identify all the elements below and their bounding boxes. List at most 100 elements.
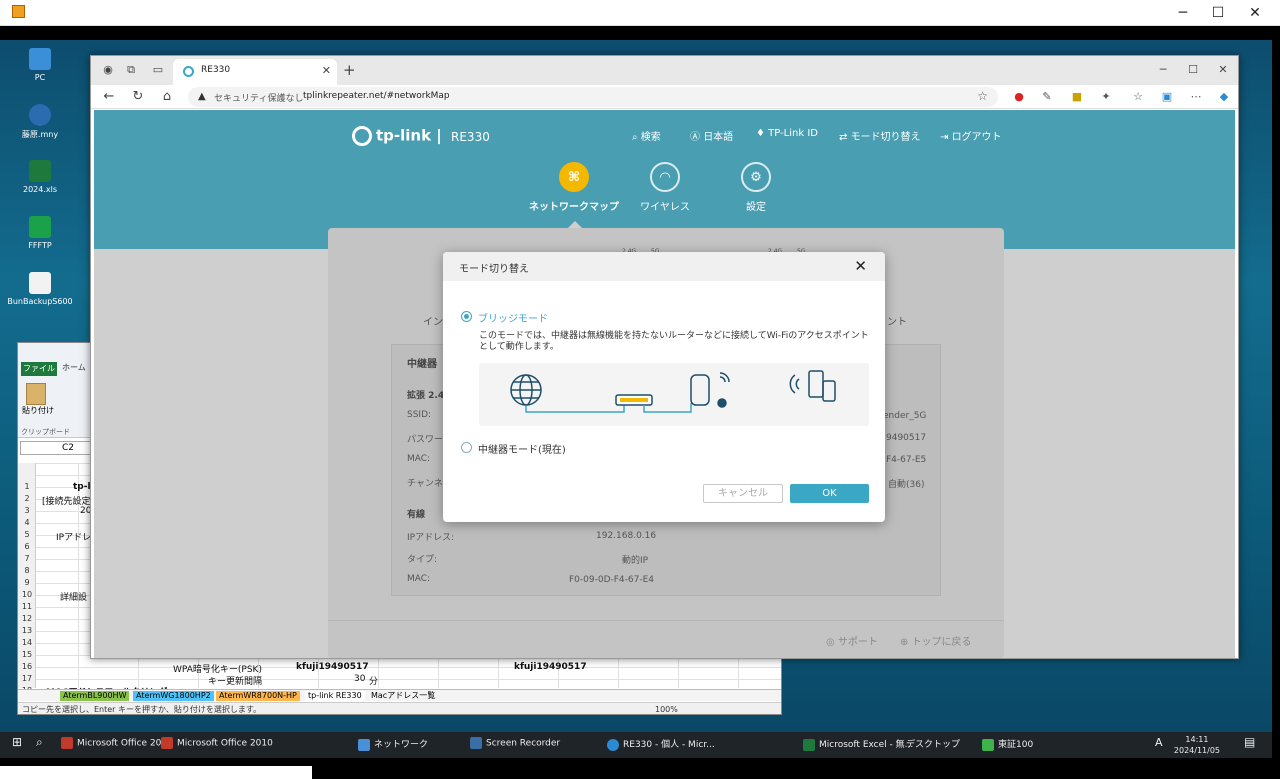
nav-settings[interactable]: ⚙ 設定 <box>711 162 801 213</box>
taskbar-item[interactable]: Microsoft Excel - 無... <box>803 737 913 751</box>
warning-icon[interactable]: ▲ <box>198 91 206 102</box>
taskbar-item-active[interactable]: RE330 - 個人 - Micr... <box>607 737 715 751</box>
excel-cell[interactable]: キー更新間隔 <box>208 674 262 687</box>
ffftp-icon <box>29 216 51 238</box>
more-menu-icon[interactable]: ⋯ <box>1188 89 1204 105</box>
tplink-logo[interactable]: tp-link | RE330 <box>352 126 490 146</box>
browser-tab[interactable]: RE330 ✕ <box>173 59 337 85</box>
bridge-mode-label[interactable]: ブリッジモード <box>478 310 548 325</box>
refresh-icon[interactable]: ↻ <box>130 89 146 105</box>
desktop-icon-ffftp[interactable]: FFFTP <box>5 216 75 250</box>
outer-maximize-button[interactable]: ☐ <box>1199 2 1237 24</box>
browser-maximize-button[interactable]: ☐ <box>1186 63 1200 77</box>
excel-file-tab[interactable]: ファイル <box>21 362 57 376</box>
close-tab-icon[interactable]: ✕ <box>322 64 331 77</box>
desktop-icon-bunbackup[interactable]: BunBackupS600 <box>5 272 75 306</box>
edge-icon <box>607 738 619 751</box>
row-number: 9 <box>24 578 30 587</box>
workspaces-icon[interactable]: ⧉ <box>124 63 138 77</box>
extensions-icon[interactable]: ✦ <box>1098 89 1114 105</box>
outer-minimize-button[interactable]: ─ <box>1164 2 1202 24</box>
excel-cell[interactable]: kfuji19490517 <box>296 662 369 672</box>
paste-icon[interactable] <box>26 383 46 405</box>
bridge-mode-radio[interactable] <box>461 311 472 322</box>
desktop-icon-pc[interactable]: PC <box>5 48 75 82</box>
excel-home-tab[interactable]: ホーム <box>62 362 86 373</box>
extension-icon[interactable]: ● <box>1011 89 1027 105</box>
tplink-id-link[interactable]: ♦ TP-Link ID <box>756 128 818 139</box>
mode-switch-label: モード切り替え <box>850 132 921 143</box>
network-icon <box>358 738 370 751</box>
row-number: 12 <box>21 614 33 623</box>
excel-status-bar: コピー先を選択し、Enter キーを押すか、貼り付けを選択します。 100% <box>18 702 781 714</box>
excel-cell[interactable]: tp-l <box>73 482 91 492</box>
browser-close-button[interactable]: ✕ <box>1216 63 1230 77</box>
brand-name: tp-link <box>376 126 432 145</box>
cancel-button[interactable]: キャンセル <box>703 484 783 503</box>
desktop-icon-mny[interactable]: 藤原.mny <box>5 104 75 140</box>
desktop-icon-xls[interactable]: 2024.xls <box>5 160 75 194</box>
taskbar-item[interactable]: ネットワーク <box>358 737 428 751</box>
taskbar-item[interactable]: Microsoft Office 2010 <box>61 737 173 749</box>
support-link[interactable]: ◎ サポート <box>826 633 878 648</box>
clock-time: 14:11 <box>1185 735 1209 744</box>
url-text[interactable]: tplinkrepeater.net/#networkMap <box>303 91 450 101</box>
sheet-tab[interactable]: AtermWG1800HP2 <box>133 691 214 701</box>
extension-icon[interactable]: ✎ <box>1039 89 1055 105</box>
logout-link[interactable]: ⇥ ログアウト <box>940 128 1002 143</box>
notification-icon[interactable]: ▤ <box>1244 735 1255 749</box>
favorites-icon[interactable]: ☆ <box>1130 89 1146 105</box>
sheet-tab[interactable]: Macアドレス一覧 <box>368 691 438 701</box>
nav-label: ネットワークマップ <box>529 202 619 213</box>
back-icon[interactable]: ← <box>101 89 117 105</box>
outer-close-button[interactable]: ✕ <box>1236 2 1274 24</box>
dialog-close-icon[interactable]: ✕ <box>854 257 867 275</box>
favorite-star-icon[interactable]: ☆ <box>977 89 988 103</box>
bridge-diagram-svg <box>510 370 836 413</box>
taskbar-item-label: Microsoft Excel - 無... <box>819 740 914 750</box>
start-button[interactable]: ⊞ <box>12 735 22 749</box>
stock-widget[interactable]: 東証100 <box>982 737 1033 751</box>
row-headers: 1 2 3 4 5 6 7 8 9 10 11 12 13 14 15 16 1… <box>18 463 36 695</box>
mode-switch-link[interactable]: ⇄ モード切り替え <box>839 128 921 143</box>
new-tab-button[interactable]: + <box>343 61 356 79</box>
ime-indicator[interactable]: A <box>1155 736 1163 749</box>
nav-wireless[interactable]: ◠ ワイヤレス <box>620 162 710 213</box>
collections-icon[interactable]: ▣ <box>1159 89 1175 105</box>
url-field[interactable]: ▲ セキュリティ保護なし tplinkrepeater.net/#network… <box>188 87 998 107</box>
excel-cell[interactable]: 分 <box>369 674 378 687</box>
sheet-tab[interactable]: AtermBL900HW <box>60 691 130 701</box>
back-to-top-label: トップに戻る <box>911 637 972 648</box>
ssid5-value: ender_5G <box>883 411 927 421</box>
browser-minimize-button[interactable]: ─ <box>1156 63 1170 77</box>
tab-actions-icon[interactable]: ▭ <box>151 63 165 77</box>
copilot-icon[interactable]: ◆ <box>1216 89 1232 105</box>
type-label: タイプ: <box>407 555 438 565</box>
row-number: 2 <box>24 494 30 503</box>
nav-network-map[interactable]: ⌘ ネットワークマップ <box>529 162 619 213</box>
excel-icon <box>803 738 815 751</box>
search-link[interactable]: ⌕ 検索 <box>632 128 661 143</box>
ok-button[interactable]: OK <box>790 484 869 503</box>
excel-cell[interactable]: 30 <box>354 674 365 684</box>
office-icon <box>61 737 73 749</box>
excel-cell[interactable]: 詳細設 <box>60 590 87 603</box>
profile-icon[interactable]: ◉ <box>101 63 115 77</box>
repeater-mode-label[interactable]: 中継器モード(現在) <box>478 441 566 456</box>
repeater-mode-radio[interactable] <box>461 442 472 453</box>
connection-line <box>525 403 625 413</box>
desktop-toolbar[interactable]: デスクトップ <box>906 737 960 750</box>
excel-cell[interactable]: IPアドレ <box>56 530 91 543</box>
back-to-top-link[interactable]: ⊕ トップに戻る <box>900 633 972 648</box>
sheet-tab[interactable]: AtermWR8700N-HP <box>216 691 300 701</box>
language-link[interactable]: Ⓐ 日本語 <box>690 128 733 143</box>
clock[interactable]: 14:11 2024/11/05 <box>1174 734 1220 756</box>
taskbar-item[interactable]: Screen Recorder <box>470 737 560 749</box>
excel-cell[interactable]: kfuji19490517 <box>514 662 587 672</box>
home-icon[interactable]: ⌂ <box>159 89 175 105</box>
extension-icon[interactable]: ■ <box>1069 89 1085 105</box>
security-label[interactable]: セキュリティ保護なし <box>214 91 303 104</box>
taskbar-item[interactable]: Microsoft Office 2010 <box>161 737 273 749</box>
search-icon[interactable]: ⌕ <box>36 735 43 750</box>
sheet-tab[interactable]: tp-link RE330 <box>305 691 365 701</box>
